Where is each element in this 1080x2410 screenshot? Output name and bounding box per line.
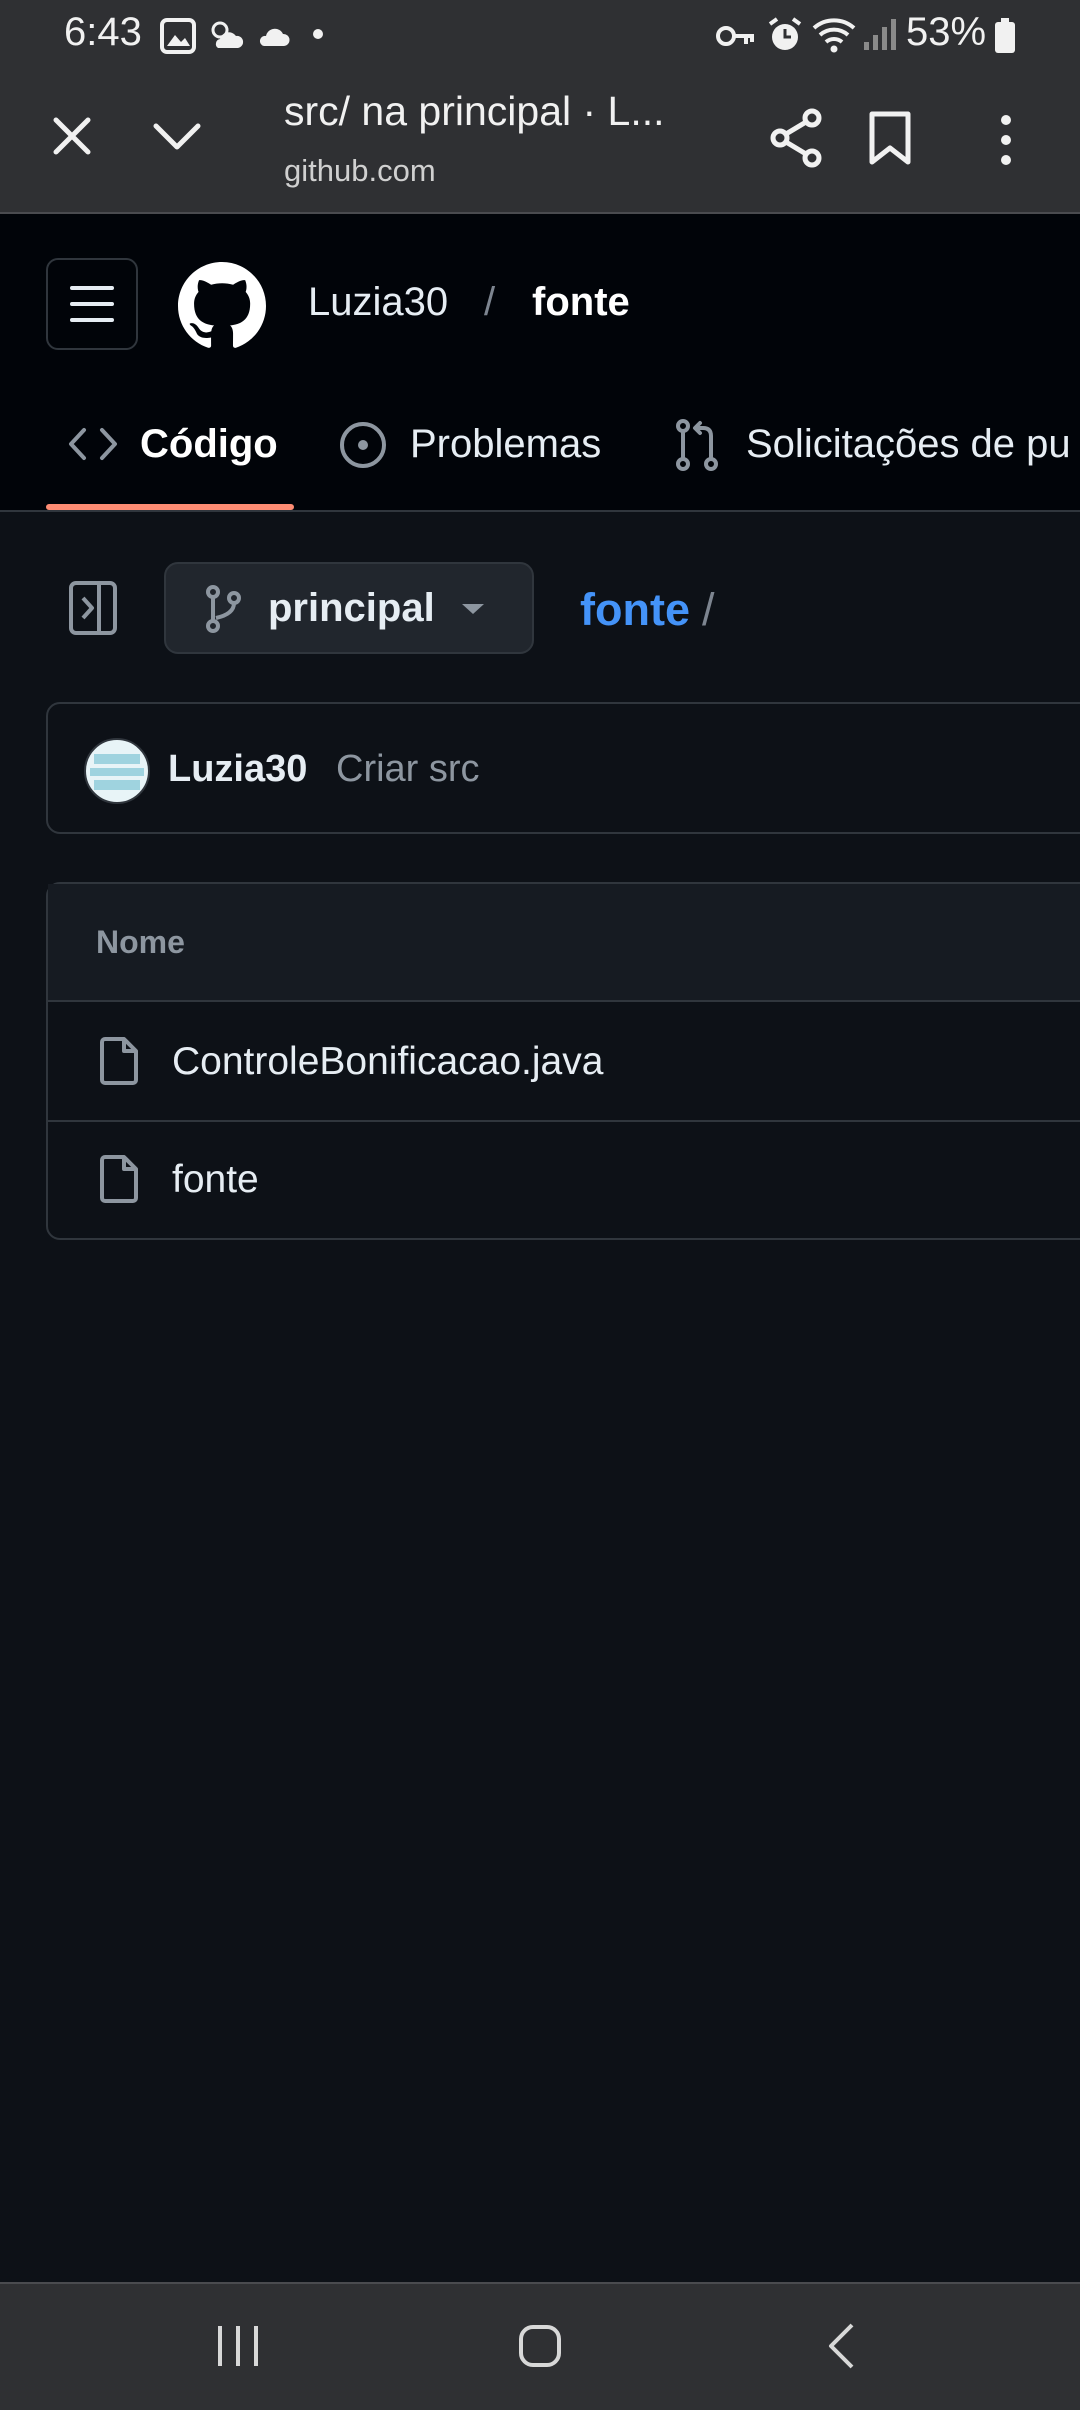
share-icon[interactable] <box>768 108 824 168</box>
github-logo-icon[interactable] <box>178 262 266 350</box>
back-icon[interactable] <box>826 2322 856 2370</box>
column-header-name: Nome <box>96 924 185 960</box>
cloud-icon <box>259 28 290 46</box>
file-icon <box>100 1155 138 1203</box>
weather-icon <box>211 21 244 48</box>
owner-repo-separator: / <box>484 280 496 324</box>
file-link[interactable]: fonte <box>172 1158 259 1202</box>
avatar-identicon-icon <box>90 754 144 790</box>
code-icon <box>69 428 117 460</box>
wifi-icon <box>812 18 856 53</box>
more-options-icon[interactable] <box>996 112 1016 168</box>
tab-pull-requests[interactable]: Solicitações de pu <box>746 422 1071 467</box>
repo-name-link[interactable]: fonte <box>532 280 630 325</box>
issue-icon <box>340 422 386 468</box>
file-link[interactable]: ControleBonificacao.java <box>172 1040 603 1084</box>
status-time: 6:43 <box>64 10 142 54</box>
battery-icon <box>995 18 1015 53</box>
commit-author-link[interactable]: Luzia30 <box>168 748 307 791</box>
avatar[interactable] <box>84 738 150 804</box>
git-branch-icon <box>206 585 241 633</box>
file-icon <box>100 1037 138 1085</box>
breadcrumb-root-link[interactable]: fonte <box>580 584 690 636</box>
tab-code[interactable]: Código <box>140 422 278 467</box>
repo-owner-link[interactable]: Luzia30 <box>308 280 448 325</box>
commit-message-link[interactable]: Criar src <box>336 748 480 791</box>
browser-url[interactable]: github.com <box>284 153 436 189</box>
tab-issues[interactable]: Problemas <box>410 422 601 467</box>
hamburger-icon <box>70 286 114 322</box>
github-header <box>0 214 1080 512</box>
side-panel-toggle-icon[interactable] <box>68 580 118 636</box>
caret-down-icon <box>462 604 484 614</box>
breadcrumb-separator: / <box>702 584 715 635</box>
file-list-header <box>48 884 1080 1002</box>
chevron-down-icon[interactable] <box>152 122 202 152</box>
more-notifications-dot-icon <box>313 29 323 39</box>
recent-apps-icon[interactable] <box>214 2324 262 2368</box>
browser-page-title[interactable]: src/ na principal · L... <box>284 88 665 135</box>
close-icon[interactable] <box>52 116 92 156</box>
branch-name: principal <box>268 586 435 630</box>
alarm-icon <box>768 17 802 50</box>
signal-icon <box>864 19 896 50</box>
image-notification-icon <box>160 18 196 54</box>
battery-percent: 53% <box>906 10 987 54</box>
vpn-key-icon <box>716 26 754 46</box>
bookmark-icon[interactable] <box>868 110 912 166</box>
active-tab-indicator <box>46 504 294 510</box>
pull-request-icon <box>676 419 718 471</box>
home-icon[interactable] <box>518 2324 562 2368</box>
